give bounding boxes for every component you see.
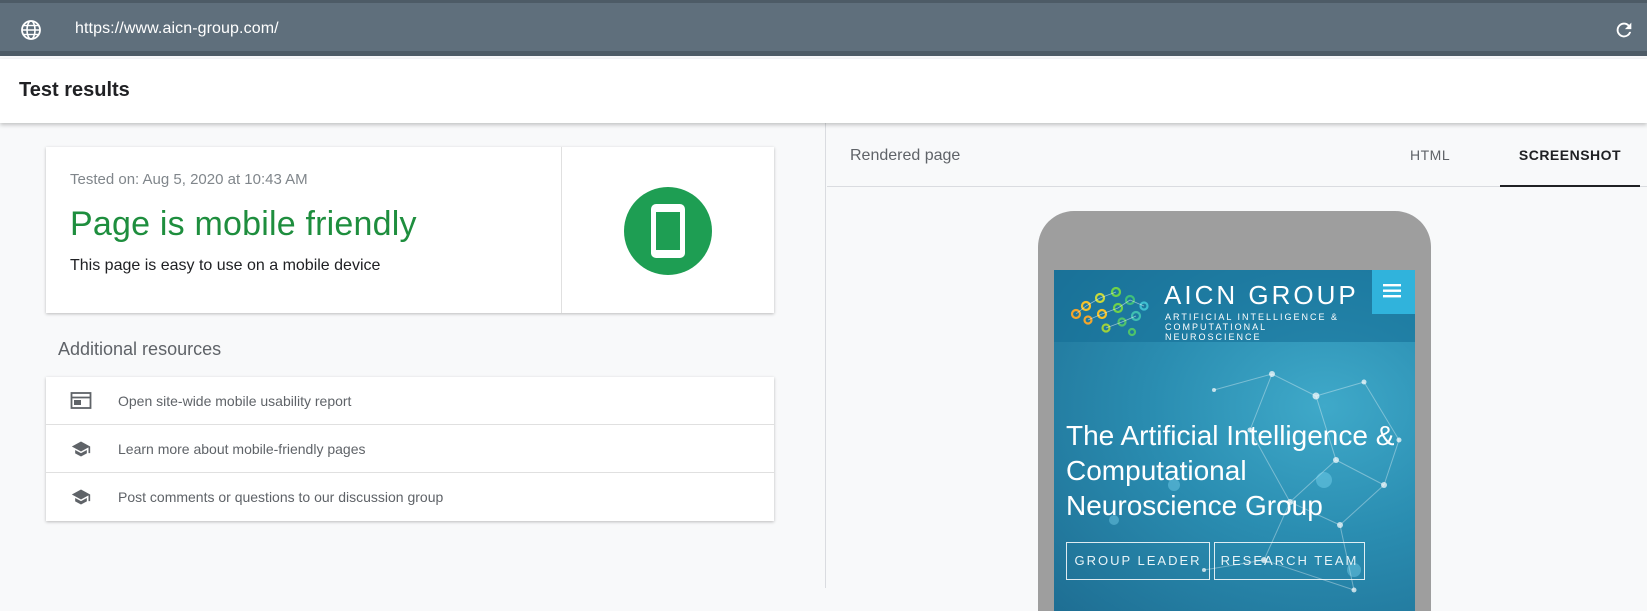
tab-screenshot[interactable]: SCREENSHOT [1500,123,1640,187]
resource-usability-report[interactable]: Open site-wide mobile usability report [46,377,774,425]
phone-frame: AICN GROUP ARTIFICIAL INTELLIGENCE & COM… [1038,211,1431,611]
site-heading: The Artificial Intelligence & Computatio… [1066,420,1395,521]
resources-list: Open site-wide mobile usability report L… [46,377,774,521]
resource-label: Learn more about mobile-friendly pages [118,441,366,457]
tab-html[interactable]: HTML [1410,147,1450,163]
site-header: AICN GROUP ARTIFICIAL INTELLIGENCE & COM… [1054,270,1415,342]
resources-title: Additional resources [58,339,222,359]
aicn-logo [1070,286,1149,337]
research-team-button[interactable]: RESEARCH TEAM [1214,542,1365,580]
resource-discussion-group[interactable]: Post comments or questions to our discus… [46,473,774,521]
resource-label: Post comments or questions to our discus… [118,489,444,505]
result-subtitle: This page is easy to use on a mobile dev… [70,257,381,274]
url-bar: https://www.aicn-group.com/ [0,0,1647,56]
resource-label: Open site-wide mobile usability report [118,393,352,409]
page-title: Test results [19,79,130,101]
group-leader-button[interactable]: GROUP LEADER [1066,542,1210,580]
phone-screenshot: AICN GROUP ARTIFICIAL INTELLIGENCE & COM… [1054,270,1415,611]
hamburger-menu-button[interactable] [1372,270,1415,314]
report-icon [70,391,92,411]
results-panel: Tested on: Aug 5, 2020 at 10:43 AM Page … [0,123,826,588]
divider [561,147,562,313]
smartphone-icon [651,204,685,258]
url-text[interactable]: https://www.aicn-group.com/ [75,20,279,38]
school-icon [70,487,92,507]
tab-screenshot-label: SCREENSHOT [1518,147,1622,163]
globe-icon [19,18,43,42]
mobile-friendly-badge [624,187,712,275]
result-card: Tested on: Aug 5, 2020 at 10:43 AM Page … [46,147,774,313]
rendered-page-header: Rendered page HTML SCREENSHOT [827,123,1647,187]
results-header: Test results [0,59,1647,123]
site-name: AICN GROUP [1164,280,1359,310]
resource-learn-more[interactable]: Learn more about mobile-friendly pages [46,425,774,473]
result-title: Page is mobile friendly [70,205,417,243]
reload-icon[interactable] [1613,19,1635,41]
school-icon [70,439,92,459]
hamburger-menu-icon [1383,284,1401,298]
site-tagline: ARTIFICIAL INTELLIGENCE & COMPUTATIONAL … [1165,312,1340,342]
tested-on-timestamp: Tested on: Aug 5, 2020 at 10:43 AM [70,171,308,188]
rendered-page-label: Rendered page [850,147,961,164]
rendered-page-panel: Rendered page HTML SCREENSHOT AICN GROUP… [827,123,1647,611]
